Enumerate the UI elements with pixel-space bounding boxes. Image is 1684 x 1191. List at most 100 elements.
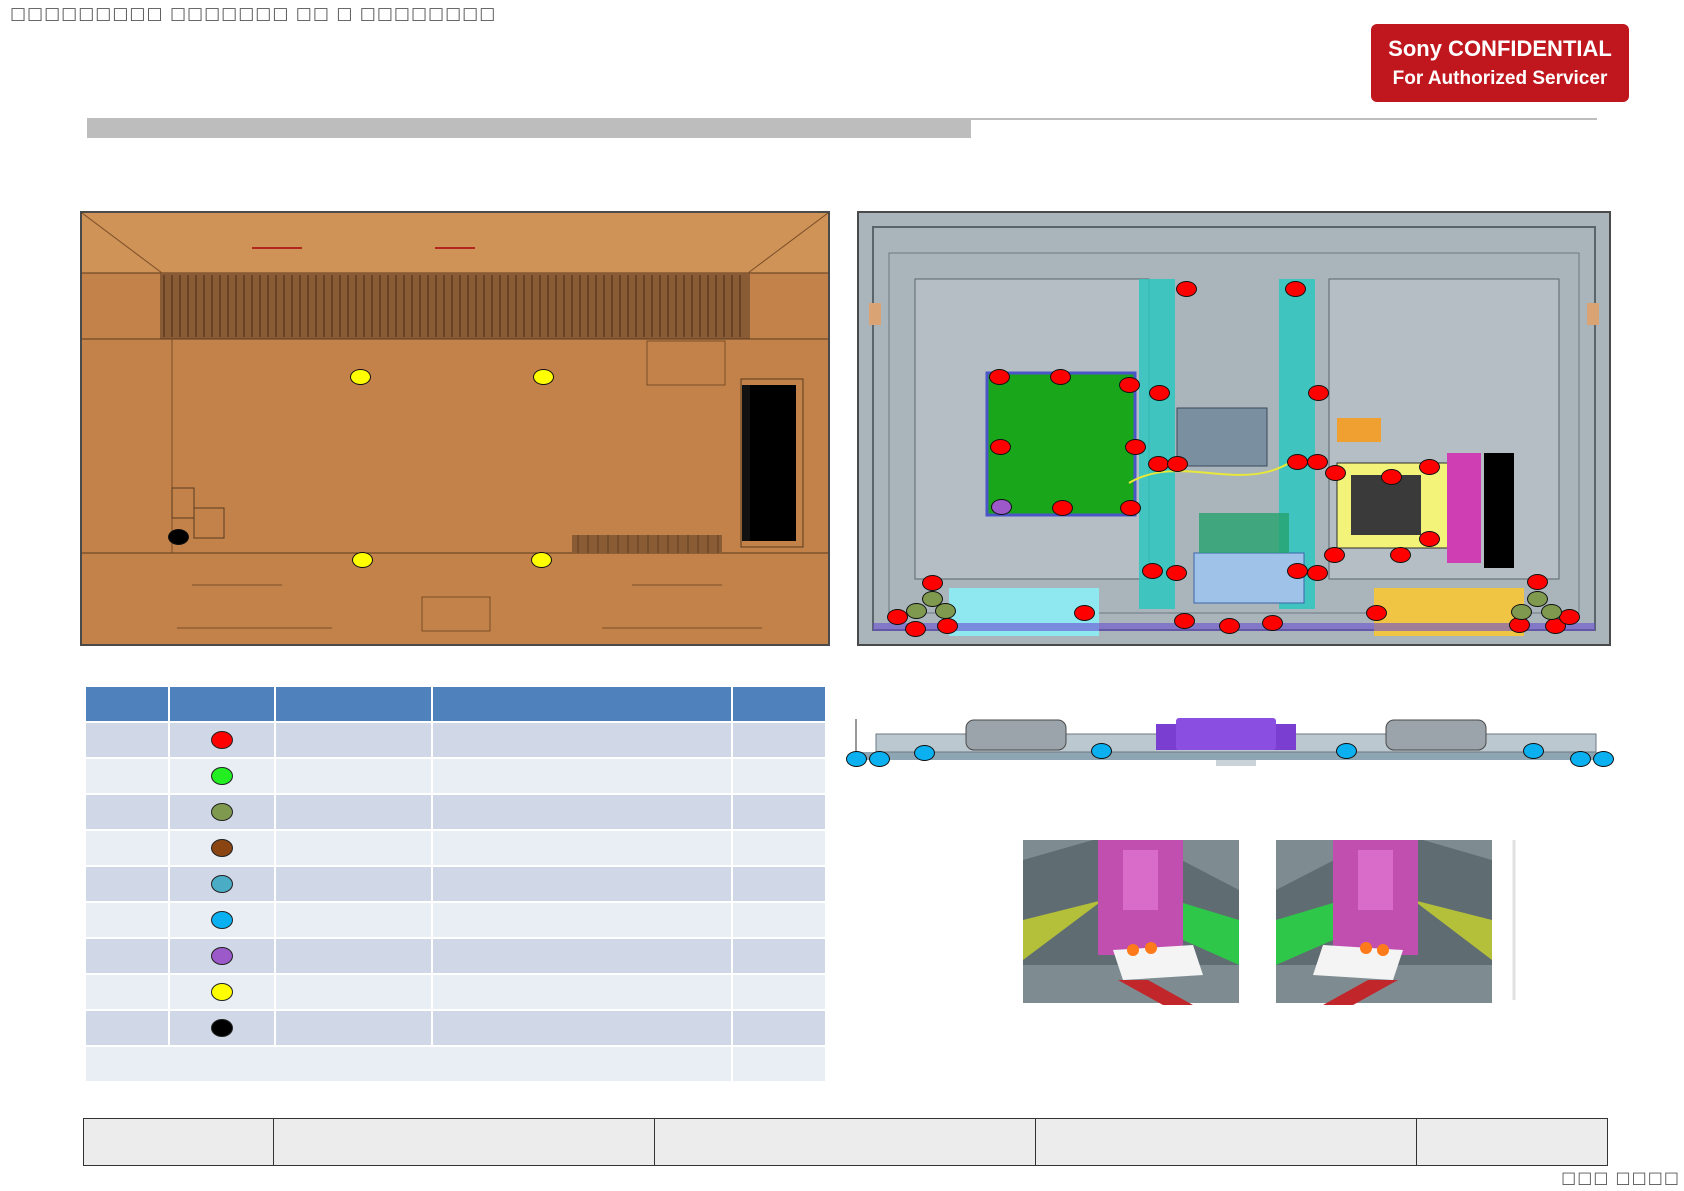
section-title-bar	[87, 118, 971, 138]
screw-marker-sky-blue	[1570, 751, 1591, 767]
chassis-front-diagram	[857, 211, 1611, 646]
screw-marker-red	[1285, 281, 1306, 297]
screw-marker-red	[1074, 605, 1095, 621]
section-divider	[971, 118, 1597, 120]
footer-cell	[273, 1118, 655, 1166]
legend-color-dot	[211, 874, 233, 893]
screw-marker-red	[1419, 459, 1440, 475]
document-title: □□□□□□□□□ □□□□□□□ □□ □ □□□□□□□□	[10, 4, 497, 24]
screw-marker-red	[905, 621, 926, 637]
screw-marker-red	[1366, 605, 1387, 621]
table-row	[86, 1011, 825, 1045]
rear-cover-diagram	[80, 211, 830, 646]
header-cell	[733, 687, 825, 721]
screw-marker-red	[1149, 385, 1170, 401]
table-row	[86, 939, 825, 973]
screw-marker-red	[1219, 618, 1240, 634]
screw-marker-red	[1307, 454, 1328, 470]
side-profile-drawing	[855, 718, 1606, 766]
screw-marker-red	[1287, 454, 1308, 470]
header-cell	[276, 687, 431, 721]
screw-marker-red	[1381, 469, 1402, 485]
page-number: □□□ □□□□	[1561, 1168, 1680, 1187]
screw-marker-red	[1324, 547, 1345, 563]
screw-marker-red	[990, 439, 1011, 455]
footer-cell	[83, 1118, 274, 1166]
rear-cover-drawing	[82, 213, 828, 644]
screw-marker-red	[1527, 574, 1548, 590]
header-cell	[86, 687, 168, 721]
screw-marker-red	[1142, 563, 1163, 579]
confidential-line-2: For Authorized Servicer	[1392, 68, 1608, 89]
screw-legend-table	[84, 685, 827, 1083]
legend-color-dot	[211, 982, 233, 1001]
footer-cell	[1416, 1118, 1608, 1166]
footer-cell	[1035, 1118, 1417, 1166]
table-row	[86, 975, 825, 1009]
screw-marker-red	[1119, 377, 1140, 393]
table-row	[86, 795, 825, 829]
table-total-row	[86, 1047, 825, 1081]
screw-marker-red	[937, 618, 958, 634]
table-row	[86, 831, 825, 865]
screw-marker-red	[1050, 369, 1071, 385]
screw-marker-sky-blue	[914, 745, 935, 761]
screw-marker-red	[1419, 531, 1440, 547]
screw-marker-sky-blue	[846, 751, 867, 767]
screw-marker-black	[168, 529, 189, 545]
screw-marker-olive	[1511, 604, 1532, 620]
table-row	[86, 759, 825, 793]
screw-marker-olive	[906, 603, 927, 619]
confidential-badge: Sony CONFIDENTIAL For Authorized Service…	[1371, 24, 1629, 102]
screw-marker-red	[1125, 439, 1146, 455]
screw-marker-red	[1308, 385, 1329, 401]
legend-color-dot	[211, 730, 233, 749]
screw-marker-red	[1325, 465, 1346, 481]
side-profile-diagram	[846, 714, 1616, 769]
footer-row	[83, 1118, 1608, 1166]
chassis-drawing	[859, 213, 1609, 644]
table-header-row	[86, 687, 825, 721]
screw-marker-sky-blue	[1336, 743, 1357, 759]
screw-marker-yellow	[350, 369, 371, 385]
screw-marker-red	[1307, 565, 1328, 581]
table-row	[86, 867, 825, 901]
screw-marker-red	[1176, 281, 1197, 297]
table-row	[86, 723, 825, 757]
screw-marker-red	[1120, 500, 1141, 516]
legend-color-dot	[211, 946, 233, 965]
footer-table	[83, 1118, 1608, 1166]
screw-marker-red	[1174, 613, 1195, 629]
header-cell	[433, 687, 731, 721]
screw-marker-yellow	[533, 369, 554, 385]
confidential-line-1: Sony CONFIDENTIAL	[1388, 36, 1612, 61]
screw-marker-red	[922, 575, 943, 591]
legend-color-dot	[211, 766, 233, 785]
screw-marker-red	[887, 609, 908, 625]
header-cell	[170, 687, 274, 721]
screw-marker-red	[1148, 456, 1169, 472]
bracket-closeup-drawing	[1023, 840, 1516, 1005]
screw-marker-yellow	[531, 552, 552, 568]
screw-marker-purple	[991, 499, 1012, 515]
screw-marker-olive	[935, 603, 956, 619]
screw-marker-sky-blue	[1523, 743, 1544, 759]
screw-marker-red	[1052, 500, 1073, 516]
screw-marker-red	[1287, 563, 1308, 579]
screw-marker-red	[989, 369, 1010, 385]
footer-cell	[654, 1118, 1036, 1166]
screw-marker-red	[1262, 615, 1283, 631]
legend-color-dot	[211, 910, 233, 929]
screw-marker-red	[1559, 609, 1580, 625]
screw-marker-olive	[1541, 604, 1562, 620]
stand-bracket-closeups	[1023, 840, 1521, 1005]
legend-color-dot	[211, 1018, 233, 1037]
screw-marker-sky-blue	[1091, 743, 1112, 759]
screw-marker-red	[1167, 456, 1188, 472]
legend-color-dot	[211, 802, 233, 821]
screw-marker-red	[1390, 547, 1411, 563]
table-row	[86, 903, 825, 937]
screw-marker-yellow	[352, 552, 373, 568]
legend-color-dot	[211, 838, 233, 857]
screw-marker-red	[1166, 565, 1187, 581]
